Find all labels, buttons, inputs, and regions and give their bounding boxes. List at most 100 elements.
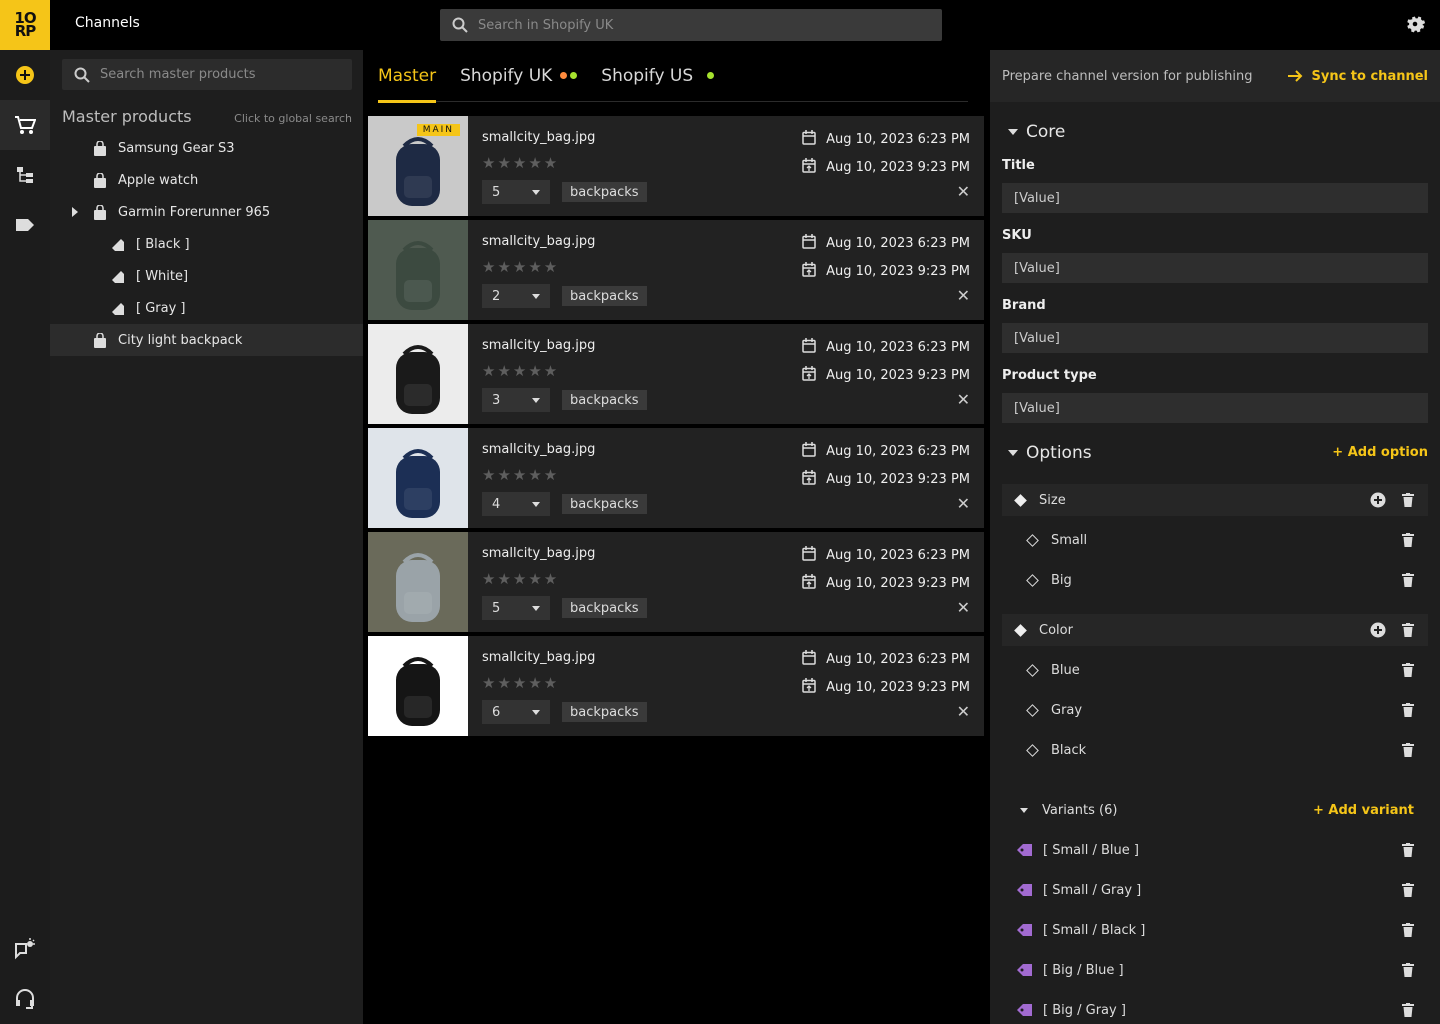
variants-header[interactable]: Variants (6) + Add variant [1002,794,1428,826]
position-select[interactable]: 3 [482,388,550,412]
option-name: Size [1039,492,1066,508]
option-header[interactable]: Size [1002,484,1428,516]
file-name: smallcity_bag.jpg [482,234,596,249]
option-value-row[interactable]: Black [1002,734,1428,766]
tree-item-label: Apple watch [118,172,199,188]
delete-trash-icon[interactable] [1402,743,1414,761]
remove-close-icon[interactable]: ✕ [957,598,970,617]
delete-trash-icon[interactable] [1402,883,1414,901]
support-headset-icon[interactable] [0,974,50,1024]
tree-item[interactable]: [ Black ] [50,228,363,260]
delete-trash-icon[interactable] [1402,573,1414,591]
delete-trash-icon[interactable] [1402,663,1414,681]
position-select[interactable]: 5 [482,596,550,620]
rating-stars[interactable]: ★★★★★ [482,258,559,276]
option-value-row[interactable]: Small [1002,524,1428,556]
option-value-row[interactable]: Big [1002,564,1428,596]
product-thumbnail[interactable] [368,324,468,424]
rating-stars[interactable]: ★★★★★ [482,570,559,588]
product-thumbnail[interactable] [368,636,468,736]
tree-item[interactable]: Apple watch [50,164,363,196]
media-row[interactable]: smallcity_bag.jpg ★★★★★ 4 backpacks Aug 10, … [368,428,984,528]
search-icon [74,67,90,83]
title-field[interactable]: [Value] [1002,183,1428,213]
remove-close-icon[interactable]: ✕ [957,182,970,201]
hierarchy-icon[interactable] [0,150,50,200]
product-thumbnail[interactable] [368,532,468,632]
remove-close-icon[interactable]: ✕ [957,702,970,721]
variant-row[interactable]: [ Big / Blue ] [1002,954,1428,986]
tree-item[interactable]: Garmin Forerunner 965 [50,196,363,228]
channel-search-input[interactable]: Search in Shopify UK [440,9,942,41]
sku-field[interactable]: [Value] [1002,253,1428,283]
expand-arrow-icon[interactable] [72,207,78,217]
app-logo[interactable]: 1O RP [0,0,50,50]
variant-row[interactable]: [ Small / Blue ] [1002,834,1428,866]
variant-tag-icon [1016,1003,1033,1017]
position-select[interactable]: 5 [482,180,550,204]
rating-stars[interactable]: ★★★★★ [482,362,559,380]
tree-item[interactable]: [ White] [50,260,363,292]
category-chip[interactable]: backpacks [562,286,647,306]
tree-item[interactable]: [ Gray ] [50,292,363,324]
brand-field[interactable]: [Value] [1002,323,1428,353]
position-select[interactable]: 6 [482,700,550,724]
option-value: Black [1051,742,1087,758]
variant-row[interactable]: [ Small / Black ] [1002,914,1428,946]
product-type-field[interactable]: [Value] [1002,393,1428,423]
option-value-row[interactable]: Gray [1002,694,1428,726]
product-thumbnail[interactable] [368,428,468,528]
add-value-plus-icon[interactable] [1370,622,1386,642]
delete-trash-icon[interactable] [1402,963,1414,981]
add-value-plus-icon[interactable] [1370,492,1386,512]
remove-close-icon[interactable]: ✕ [957,390,970,409]
delete-trash-icon[interactable] [1402,493,1414,511]
delete-trash-icon[interactable] [1402,623,1414,641]
category-chip[interactable]: backpacks [562,390,647,410]
category-chip[interactable]: backpacks [562,702,647,722]
media-row[interactable]: smallcity_bag.jpg ★★★★★ 6 backpacks Aug 10, … [368,636,984,736]
add-option-button[interactable]: + Add option [1332,445,1428,460]
sync-to-channel-button[interactable]: Sync to channel [1287,69,1428,84]
category-chip[interactable]: backpacks [562,598,647,618]
cart-icon[interactable] [0,100,50,150]
position-select[interactable]: 4 [482,492,550,516]
delete-trash-icon[interactable] [1402,1003,1414,1021]
variant-row[interactable]: [ Big / Gray ] [1002,994,1428,1024]
option-header[interactable]: Color [1002,614,1428,646]
add-icon[interactable] [0,50,50,100]
delete-trash-icon[interactable] [1402,703,1414,721]
product-thumbnail[interactable] [368,220,468,320]
global-search-hint[interactable]: Click to global search [234,112,352,125]
media-row[interactable]: smallcity_bag.jpg ★★★★★ 5 backpacks Aug 10, … [368,532,984,632]
add-variant-button[interactable]: + Add variant [1313,803,1414,818]
variant-row[interactable]: [ Small / Gray ] [1002,874,1428,906]
category-chip[interactable]: backpacks [562,494,647,514]
rating-stars[interactable]: ★★★★★ [482,466,559,484]
tab-shopify-uk[interactable]: Shopify UK [460,50,578,102]
media-row[interactable]: smallcity_bag.jpg ★★★★★ 3 backpacks Aug 10, … [368,324,984,424]
option-value-row[interactable]: Blue [1002,654,1428,686]
tree-item-selected[interactable]: City light backpack [50,324,363,356]
feedback-icon[interactable] [0,924,50,974]
delete-trash-icon[interactable] [1402,533,1414,551]
remove-close-icon[interactable]: ✕ [957,286,970,305]
rating-stars[interactable]: ★★★★★ [482,674,559,692]
options-section-toggle[interactable]: Options [1008,443,1092,463]
core-section-toggle[interactable]: Core [1008,122,1065,142]
tab-master[interactable]: Master [378,50,437,103]
delete-trash-icon[interactable] [1402,923,1414,941]
product-thumbnail[interactable]: MAIN [368,116,468,216]
tree-item[interactable]: Samsung Gear S3 [50,132,363,164]
position-select[interactable]: 2 [482,284,550,308]
master-search-input[interactable]: Search master products [62,59,352,90]
media-row[interactable]: smallcity_bag.jpg ★★★★★ 2 backpacks Aug 10, … [368,220,984,320]
media-row[interactable]: MAIN smallcity_bag.jpg ★★★★★ 5 backpacks Aug … [368,116,984,216]
category-chip[interactable]: backpacks [562,182,647,202]
remove-close-icon[interactable]: ✕ [957,494,970,513]
delete-trash-icon[interactable] [1402,843,1414,861]
gear-icon[interactable] [1404,13,1426,39]
rating-stars[interactable]: ★★★★★ [482,154,559,172]
tag-icon[interactable] [0,200,50,250]
tab-shopify-us[interactable]: Shopify US [601,50,715,102]
